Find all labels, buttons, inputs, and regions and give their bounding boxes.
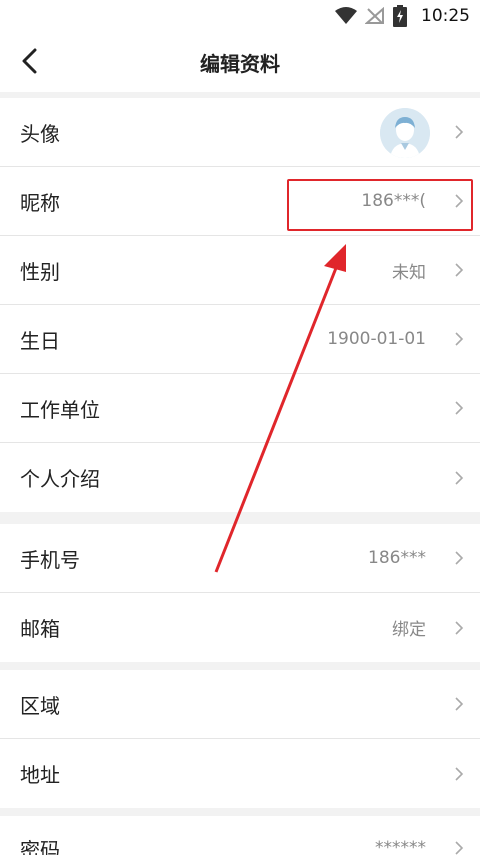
row-email[interactable]: 邮箱 绑定	[0, 593, 480, 662]
row-phone[interactable]: 手机号 186***	[0, 524, 480, 593]
page-title: 编辑资料	[200, 51, 280, 76]
chevron-right-icon	[455, 470, 464, 485]
contact-section: 手机号 186*** 邮箱 绑定	[0, 524, 480, 662]
location-section: 区域 地址	[0, 670, 480, 808]
row-label: 地址	[20, 763, 60, 787]
profile-section: 头像 昵称 186***( 性别 未知 生日 1900-01-01 工作单位 个…	[0, 98, 480, 512]
row-label: 昵称	[20, 190, 60, 215]
battery-charging-icon	[393, 5, 407, 27]
chevron-left-icon	[22, 48, 37, 74]
back-button[interactable]	[14, 46, 44, 76]
nav-bar: 编辑资料	[0, 32, 480, 92]
chevron-right-icon	[455, 620, 464, 635]
row-label: 手机号	[20, 547, 80, 572]
chevron-right-icon	[455, 125, 464, 139]
chevron-right-icon	[455, 551, 464, 565]
avatar-person-icon	[380, 108, 430, 158]
row-value: 1900-01-01	[327, 329, 426, 349]
row-value: 绑定	[392, 620, 426, 640]
row-label: 生日	[20, 328, 60, 353]
chevron-right-icon	[455, 841, 464, 855]
row-value: ******	[375, 838, 426, 855]
avatar[interactable]	[380, 108, 430, 158]
row-workplace[interactable]: 工作单位	[0, 374, 480, 443]
status-time: 10:25	[421, 6, 470, 26]
row-label: 个人介绍	[20, 467, 100, 491]
row-label: 邮箱	[20, 617, 60, 641]
row-label: 头像	[20, 121, 60, 146]
chevron-right-icon	[455, 766, 464, 781]
row-label: 工作单位	[20, 397, 100, 422]
row-address[interactable]: 地址	[0, 739, 480, 808]
row-label: 性别	[20, 259, 60, 284]
row-label: 区域	[20, 693, 60, 718]
security-section: 密码 ******	[0, 816, 480, 855]
chevron-right-icon	[455, 697, 464, 711]
row-introduction[interactable]: 个人介绍	[0, 443, 480, 512]
row-region[interactable]: 区域	[0, 670, 480, 739]
row-value: 186***	[368, 548, 426, 568]
row-value: 未知	[392, 262, 426, 283]
row-birthday[interactable]: 生日 1900-01-01	[0, 305, 480, 374]
chevron-right-icon	[455, 332, 464, 346]
annotation-highlight-box	[287, 179, 473, 231]
row-gender[interactable]: 性别 未知	[0, 236, 480, 305]
no-signal-icon	[365, 7, 384, 24]
status-bar: 10:25	[0, 0, 480, 32]
row-label: 密码	[20, 838, 60, 855]
chevron-right-icon	[455, 263, 464, 277]
row-avatar[interactable]: 头像	[0, 98, 480, 167]
row-password[interactable]: 密码 ******	[0, 816, 480, 855]
chevron-right-icon	[455, 401, 464, 415]
wifi-icon	[335, 7, 357, 24]
